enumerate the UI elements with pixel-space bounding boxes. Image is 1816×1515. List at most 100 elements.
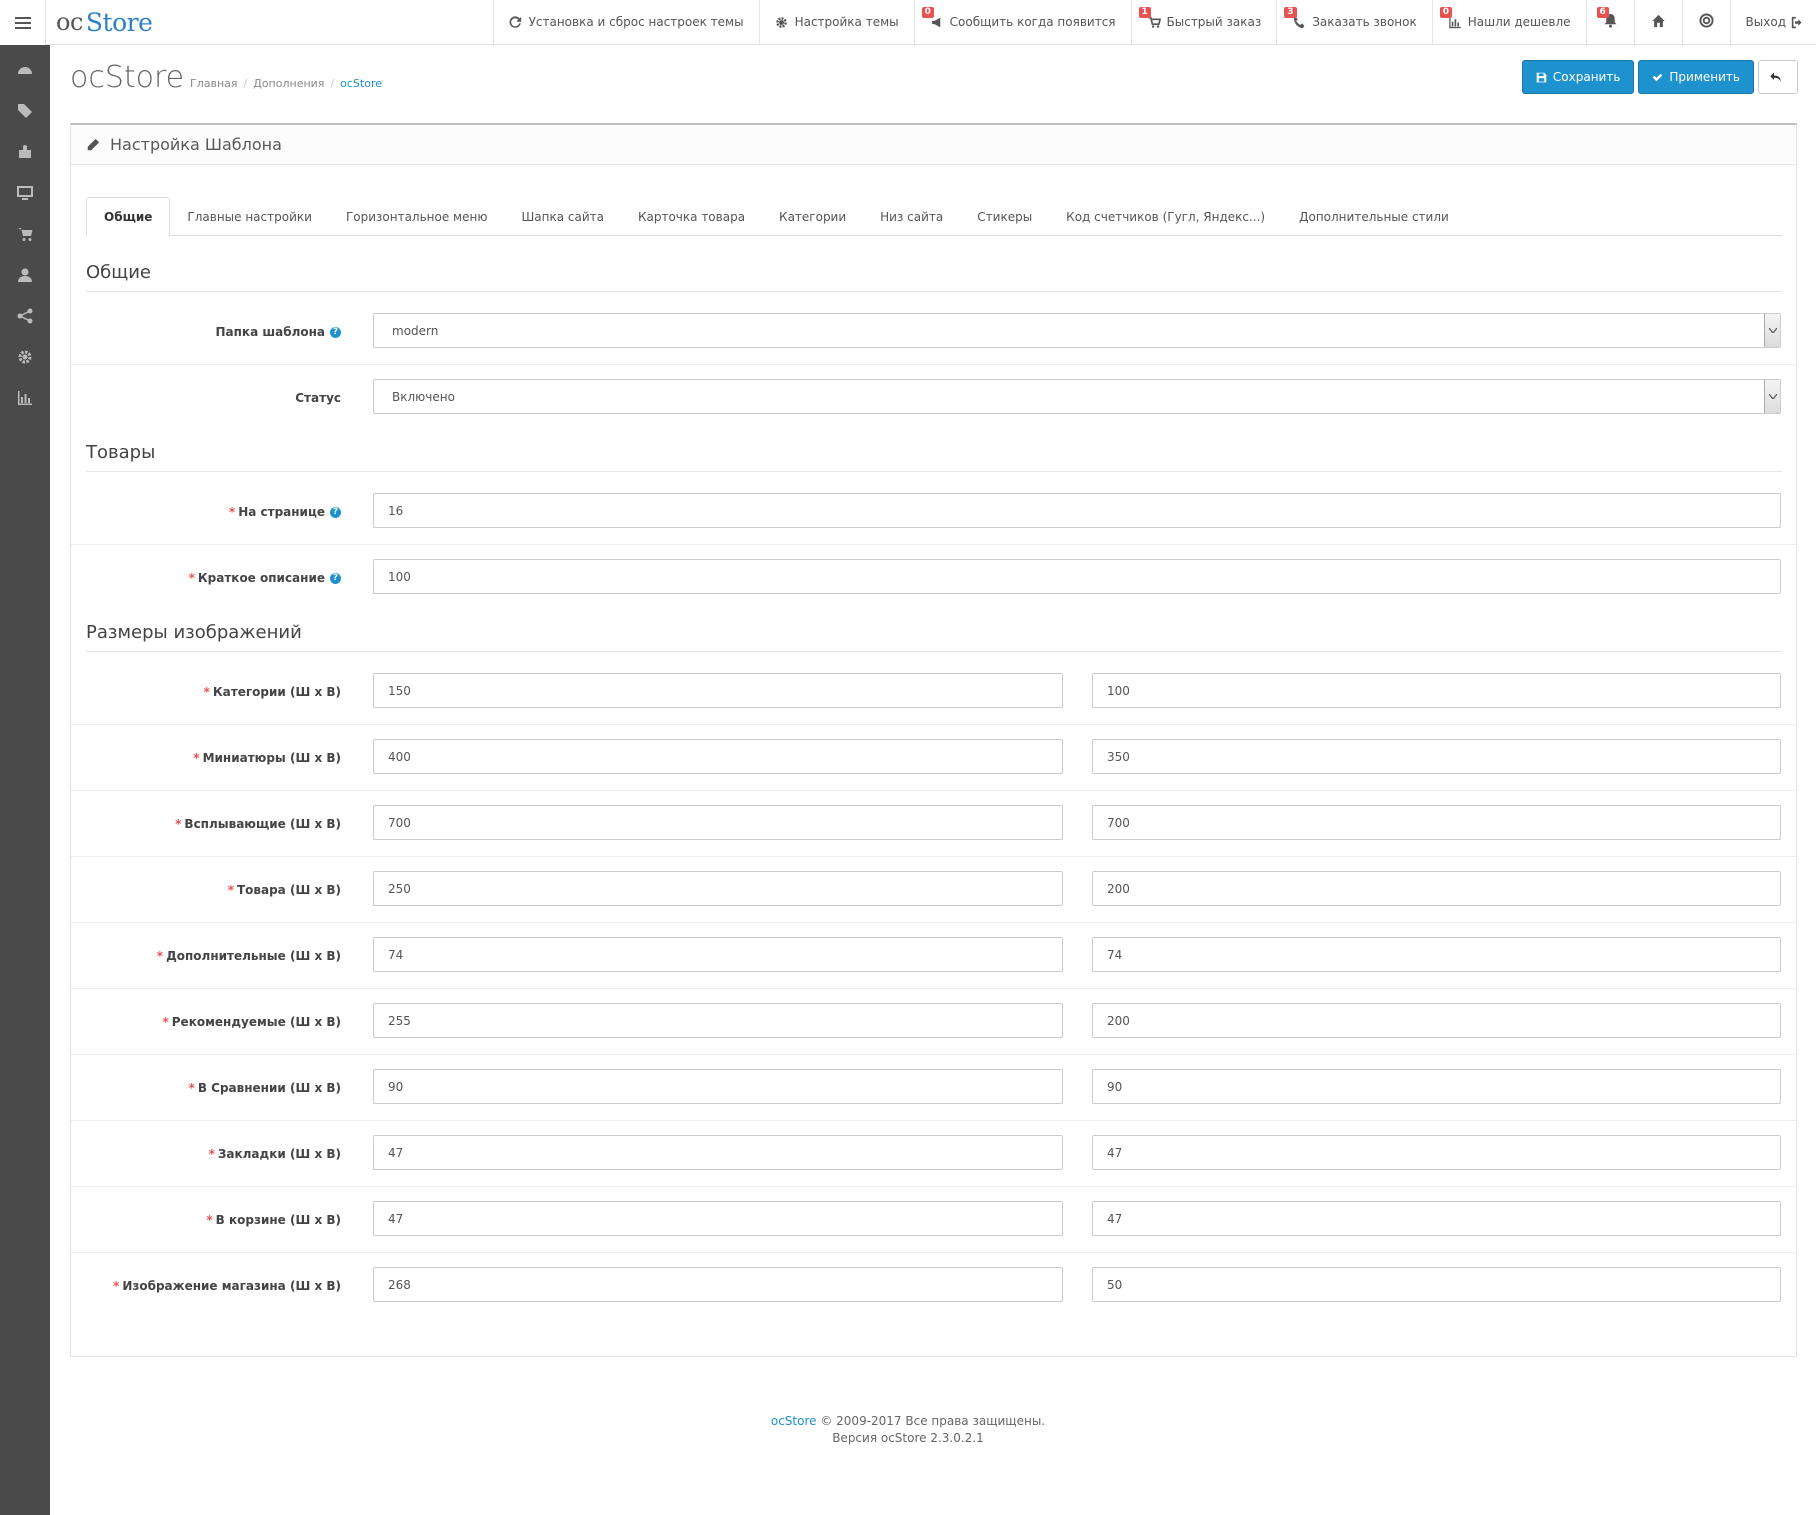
section-general-title: Общие	[86, 262, 1782, 292]
breadcrumb-home[interactable]: Главная	[190, 77, 238, 90]
reply-icon	[1769, 72, 1781, 82]
footer-link[interactable]: ocStore	[771, 1414, 817, 1428]
quick-order-count-badge: 1	[1138, 7, 1151, 18]
image-size-label: * В корзине (Ш х В)	[206, 1213, 341, 1227]
template-folder-select[interactable]: modern	[373, 313, 1781, 348]
menu-toggle-button[interactable]	[0, 0, 47, 45]
dashboard-icon[interactable]	[0, 49, 50, 90]
required-marker: *	[188, 571, 195, 585]
image-height-input[interactable]: 50	[1092, 1267, 1781, 1302]
reports-chart-icon[interactable]	[0, 377, 50, 418]
image-size-label: * Категории (Ш х В)	[203, 685, 341, 699]
short-description-input[interactable]: 100	[373, 559, 1781, 594]
topnav-found-cheaper[interactable]: 0 Нашли дешевле	[1431, 0, 1586, 44]
tab-general[interactable]: Общие	[86, 197, 171, 237]
tab-counter-code[interactable]: Код счетчиков (Гугл, Яндекс...)	[1049, 197, 1282, 236]
shopping-cart-icon[interactable]	[0, 213, 50, 254]
image-height-input[interactable]: 74	[1092, 937, 1781, 972]
image-size-row: * Всплывающие (Ш х В) 700 700	[71, 791, 1796, 857]
image-height-input[interactable]: 47	[1092, 1135, 1781, 1170]
required-marker: *	[162, 1015, 169, 1029]
tab-site-header[interactable]: Шапка сайта	[504, 197, 621, 236]
hamburger-icon	[14, 16, 31, 29]
per-page-input[interactable]: 16	[373, 493, 1781, 528]
tags-icon[interactable]	[0, 90, 50, 131]
image-height-input[interactable]: 90	[1092, 1069, 1781, 1104]
image-width-input[interactable]: 47	[373, 1135, 1063, 1170]
image-width-input[interactable]: 74	[373, 937, 1063, 972]
help-icon[interactable]: ?	[330, 506, 341, 518]
image-width-input[interactable]: 47	[373, 1201, 1063, 1236]
breadcrumb-extensions[interactable]: Дополнения	[253, 77, 324, 90]
desktop-icon[interactable]	[0, 172, 50, 213]
image-width-input[interactable]: 250	[373, 871, 1063, 906]
bell-count-badge: 6	[1596, 7, 1609, 18]
topnav-home[interactable]	[1633, 0, 1682, 44]
tab-additional-styles[interactable]: Дополнительные стили	[1282, 197, 1466, 236]
image-size-label: * Рекомендуемые (Ш х В)	[162, 1015, 341, 1029]
tab-horizontal-menu[interactable]: Горизонтальное меню	[329, 197, 505, 236]
image-size-row: * Рекомендуемые (Ш х В) 255 200	[71, 989, 1796, 1055]
topnav-notify-when-available[interactable]: 0 Сообщить когда появится	[913, 0, 1131, 44]
image-width-input[interactable]: 90	[373, 1069, 1063, 1104]
page-title: ocStore	[70, 60, 185, 95]
image-height-input[interactable]: 700	[1092, 805, 1781, 840]
image-width-input[interactable]: 268	[373, 1267, 1063, 1302]
image-size-label: * Закладки (Ш х В)	[208, 1147, 341, 1161]
status-select[interactable]: Включено	[373, 379, 1781, 414]
gear-icon	[775, 15, 789, 29]
image-size-label: * Дополнительные (Ш х В)	[156, 949, 341, 963]
help-icon[interactable]: ?	[330, 572, 341, 584]
page-header: ocStore Главная / Дополнения / ocStore С…	[50, 45, 1816, 123]
status-label: Статус	[295, 391, 341, 405]
required-marker: *	[228, 505, 236, 519]
image-height-input[interactable]: 47	[1092, 1201, 1781, 1236]
tab-categories[interactable]: Категории	[762, 197, 863, 236]
tab-main-settings[interactable]: Главные настройки	[170, 197, 329, 236]
image-width-input[interactable]: 400	[373, 739, 1063, 774]
image-width-input[interactable]: 255	[373, 1003, 1063, 1038]
share-icon[interactable]	[0, 295, 50, 336]
user-icon[interactable]	[0, 254, 50, 295]
status-row: Статус Включено	[71, 365, 1796, 431]
required-marker: *	[188, 1081, 195, 1095]
logo[interactable]: oc Store	[46, 0, 493, 44]
help-icon[interactable]: ?	[330, 326, 341, 338]
topnav-request-call[interactable]: 3 Заказать звонок	[1276, 0, 1432, 44]
image-width-input[interactable]: 150	[373, 673, 1063, 708]
cog-icon[interactable]	[0, 336, 50, 377]
apply-button[interactable]: Применить	[1638, 60, 1754, 94]
notify-count-badge: 0	[921, 7, 934, 18]
image-height-input[interactable]: 100	[1092, 673, 1781, 708]
required-marker: *	[208, 1147, 215, 1161]
copyright-text: © 2009-2017 Все права защищены.	[820, 1414, 1046, 1428]
image-height-input[interactable]: 200	[1092, 1003, 1781, 1038]
sign-out-icon	[1790, 15, 1804, 29]
topnav-quick-order[interactable]: 1 Быстрый заказ	[1130, 0, 1277, 44]
top-navigation: Установка и сброс настроек темы Настройк…	[492, 0, 1816, 44]
tab-site-footer[interactable]: Низ сайта	[863, 197, 960, 236]
topnav-logout[interactable]: Выход	[1729, 0, 1816, 44]
section-products-title: Товары	[86, 442, 1782, 472]
topnav-help[interactable]	[1681, 0, 1730, 44]
topnav-notifications[interactable]: 6	[1585, 0, 1634, 44]
tab-stickers[interactable]: Стикеры	[960, 197, 1049, 236]
image-width-input[interactable]: 700	[373, 805, 1063, 840]
image-size-label: * Изображение магазина (Ш х В)	[113, 1279, 341, 1293]
back-button[interactable]	[1758, 60, 1798, 94]
image-size-label: * Всплывающие (Ш х В)	[175, 817, 341, 831]
topnav-install-reset-theme[interactable]: Установка и сброс настроек темы	[492, 0, 759, 44]
short-description-row: * Краткое описание? 100	[71, 545, 1796, 611]
image-size-label: * Миниатюры (Ш х В)	[193, 751, 341, 765]
puzzle-icon[interactable]	[0, 131, 50, 172]
save-button[interactable]: Сохранить	[1521, 60, 1635, 94]
tab-product-card[interactable]: Карточка товара	[621, 197, 762, 236]
breadcrumb-separator: /	[330, 77, 335, 90]
topnav-theme-settings[interactable]: Настройка темы	[758, 0, 914, 44]
settings-panel: Настройка Шаблона Общие Главные настройк…	[70, 123, 1797, 1357]
breadcrumb-current[interactable]: ocStore	[340, 77, 382, 90]
image-height-input[interactable]: 200	[1092, 871, 1781, 906]
check-icon	[1653, 73, 1663, 81]
image-size-row: * Миниатюры (Ш х В) 400 350	[71, 725, 1796, 791]
image-height-input[interactable]: 350	[1092, 739, 1781, 774]
